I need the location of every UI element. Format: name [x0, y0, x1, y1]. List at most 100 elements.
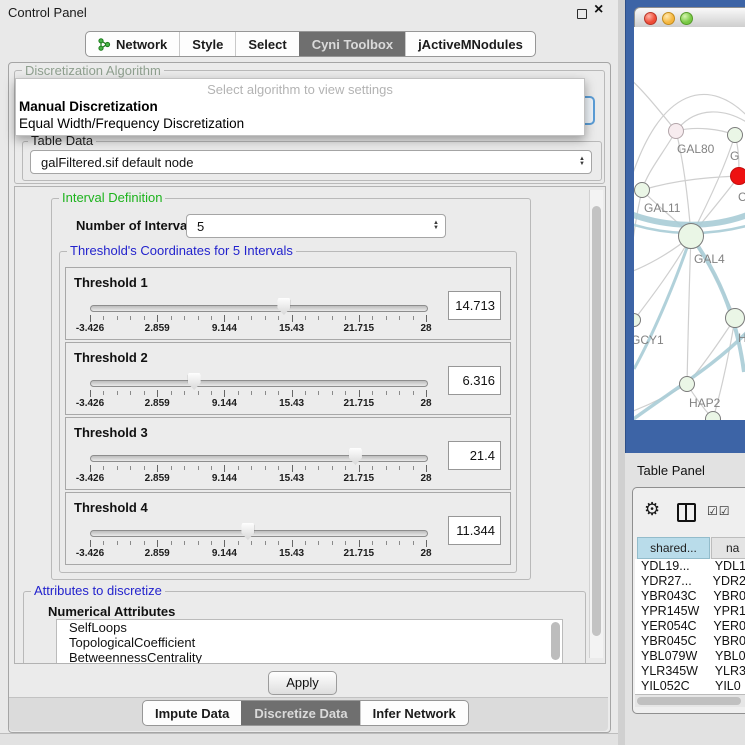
threshold-2-slider-track[interactable]	[90, 380, 428, 387]
threshold-3-label: Threshold 3	[74, 425, 148, 440]
network-window-titlebar[interactable]	[634, 7, 745, 29]
cell-shared-name[interactable]: YDL19...	[635, 559, 708, 574]
tick	[359, 315, 360, 322]
table-horizontal-scrollbar-thumb[interactable]	[637, 697, 741, 705]
network-node-gal4[interactable]	[678, 223, 704, 249]
bottom-tab-infer-network[interactable]: Infer Network	[360, 701, 468, 725]
network-node-h[interactable]	[725, 308, 745, 328]
threshold-4-slider-track[interactable]	[90, 530, 428, 537]
dropdown-option-equal-width-frequency[interactable]: Equal Width/Frequency Discretization	[19, 116, 244, 131]
column-header-shared[interactable]: shared...	[637, 537, 710, 559]
gear-icon[interactable]: ⚙	[644, 499, 660, 520]
table-row[interactable]: YDL19...YDL1	[635, 559, 745, 574]
tick	[251, 466, 252, 470]
column-header-name[interactable]: na	[711, 537, 745, 559]
panel-divider[interactable]	[618, 0, 625, 745]
columns-icon[interactable]	[677, 503, 696, 522]
tick	[130, 541, 131, 545]
bottom-tab-impute-data[interactable]: Impute Data	[143, 701, 241, 725]
table-row[interactable]: YLR345WYLR3	[635, 664, 745, 679]
tab-cyni-toolbox[interactable]: Cyni Toolbox	[299, 32, 405, 56]
top-tab-bar: NetworkStyleSelectCyni Toolbox jActiveMNo…	[85, 31, 536, 57]
tick	[305, 466, 306, 470]
tick-label: -3.426	[76, 323, 104, 334]
threshold-2-value-field[interactable]: 6.316	[448, 366, 501, 395]
cell-shared-name[interactable]: YBR045C	[635, 634, 706, 649]
table-row[interactable]: YPR145WYPR1	[635, 604, 745, 619]
table-row[interactable]: YIL052CYIL0	[635, 679, 745, 694]
tab-style[interactable]: Style	[179, 32, 235, 56]
table-row[interactable]: YDR27...YDR2	[635, 574, 745, 589]
tick	[292, 465, 293, 472]
threshold-3-slider-track[interactable]	[90, 455, 428, 462]
minimize-traffic-light-icon[interactable]	[662, 12, 675, 25]
cell-name[interactable]: YBR0	[706, 634, 745, 649]
list-scrollbar-thumb[interactable]	[551, 622, 560, 660]
cell-shared-name[interactable]: YLR345W	[635, 664, 708, 679]
network-node-hap2[interactable]	[679, 376, 695, 392]
tick	[157, 390, 158, 397]
network-node-g[interactable]	[727, 127, 743, 143]
table-row[interactable]: YBR043CYBR0	[635, 589, 745, 604]
dropdown-option-manual-discretization[interactable]: Manual Discretization	[19, 99, 158, 114]
list-item-betweennesscentrality[interactable]: BetweennessCentrality	[57, 650, 562, 664]
bottom-tab-discretize-data[interactable]: Discretize Data	[241, 701, 359, 725]
table-row[interactable]: YBL079WYBL0	[635, 649, 745, 664]
bottom-tab-impute-data-label: Impute Data	[155, 706, 229, 721]
threshold-4-value-field[interactable]: 11.344	[448, 516, 501, 545]
tab-jactivemnodules[interactable]: jActiveMNodules	[405, 32, 535, 56]
cell-name[interactable]: YDL1	[708, 559, 745, 574]
threshold-2-panel: Threshold 2-3.4262.8599.14415.4321.71528…	[65, 342, 511, 415]
network-node-gal11[interactable]	[634, 182, 650, 198]
float-window-icon[interactable]	[577, 9, 587, 19]
numerical-attributes-list: SelfLoopsTopologicalCoefficientBetweenne…	[56, 619, 563, 664]
cell-shared-name[interactable]: YDR27...	[635, 574, 706, 589]
threshold-2-slider-handle[interactable]	[188, 373, 201, 390]
tab-network[interactable]: Network	[86, 32, 179, 56]
cell-name[interactable]: YIL0	[708, 679, 741, 694]
network-node-node-bottom[interactable]	[705, 411, 721, 420]
threshold-3-value-field[interactable]: 21.4	[448, 441, 501, 470]
network-node-gal80[interactable]	[668, 123, 684, 139]
threshold-1-slider-track[interactable]	[90, 305, 428, 312]
cell-shared-name[interactable]: YBL079W	[635, 649, 708, 664]
settings-scrollbar-thumb[interactable]	[592, 206, 601, 636]
table-row[interactable]: YER054CYER0	[635, 619, 745, 634]
tab-jactivemnodules-label: jActiveMNodules	[418, 37, 523, 52]
cell-shared-name[interactable]: YPR145W	[635, 604, 706, 619]
settings-scrollbar[interactable]	[589, 190, 603, 658]
close-icon[interactable]: ×	[594, 1, 603, 19]
cell-shared-name[interactable]: YIL052C	[635, 679, 708, 694]
table-data-combobox[interactable]: galFiltered.sif default node ▲ ▼	[30, 150, 592, 174]
threshold-3-slider-handle[interactable]	[349, 448, 362, 465]
table-horizontal-scrollbar[interactable]	[635, 694, 745, 707]
tick	[305, 316, 306, 320]
zoom-traffic-light-icon[interactable]	[680, 12, 693, 25]
table-row[interactable]: YBR045CYBR0	[635, 634, 745, 649]
number-of-intervals-combobox[interactable]: 5 ▲ ▼	[186, 214, 446, 238]
close-traffic-light-icon[interactable]	[644, 12, 657, 25]
tick	[251, 541, 252, 545]
stepper-icon: ▲ ▼	[579, 157, 585, 167]
tab-select[interactable]: Select	[235, 32, 298, 56]
cell-name[interactable]: YBL0	[708, 649, 745, 664]
network-node-c[interactable]	[730, 167, 745, 185]
list-item-selfloops[interactable]: SelfLoops	[57, 620, 562, 635]
cell-name[interactable]: YPR1	[706, 604, 745, 619]
checkbox-icons[interactable]: ☑☑	[707, 504, 731, 518]
threshold-4-slider-handle[interactable]	[241, 523, 254, 540]
threshold-1-value-field[interactable]: 14.713	[448, 291, 501, 320]
cell-shared-name[interactable]: YER054C	[635, 619, 706, 634]
tick-label: -3.426	[76, 548, 104, 559]
cell-name[interactable]: YDR2	[706, 574, 745, 589]
list-item-topologicalcoefficient[interactable]: TopologicalCoefficient	[57, 635, 562, 650]
threshold-1-slider-handle[interactable]	[277, 298, 290, 315]
cell-name[interactable]: YER0	[706, 619, 745, 634]
network-canvas[interactable]: GAL80GCGAL11GAL4GCY1HHAP2	[634, 27, 745, 420]
cell-name[interactable]: YBR0	[706, 589, 745, 604]
tick	[305, 541, 306, 545]
cell-shared-name[interactable]: YBR043C	[635, 589, 706, 604]
apply-button[interactable]: Apply	[268, 671, 337, 695]
tick-marks	[90, 390, 426, 398]
cell-name[interactable]: YLR3	[708, 664, 745, 679]
